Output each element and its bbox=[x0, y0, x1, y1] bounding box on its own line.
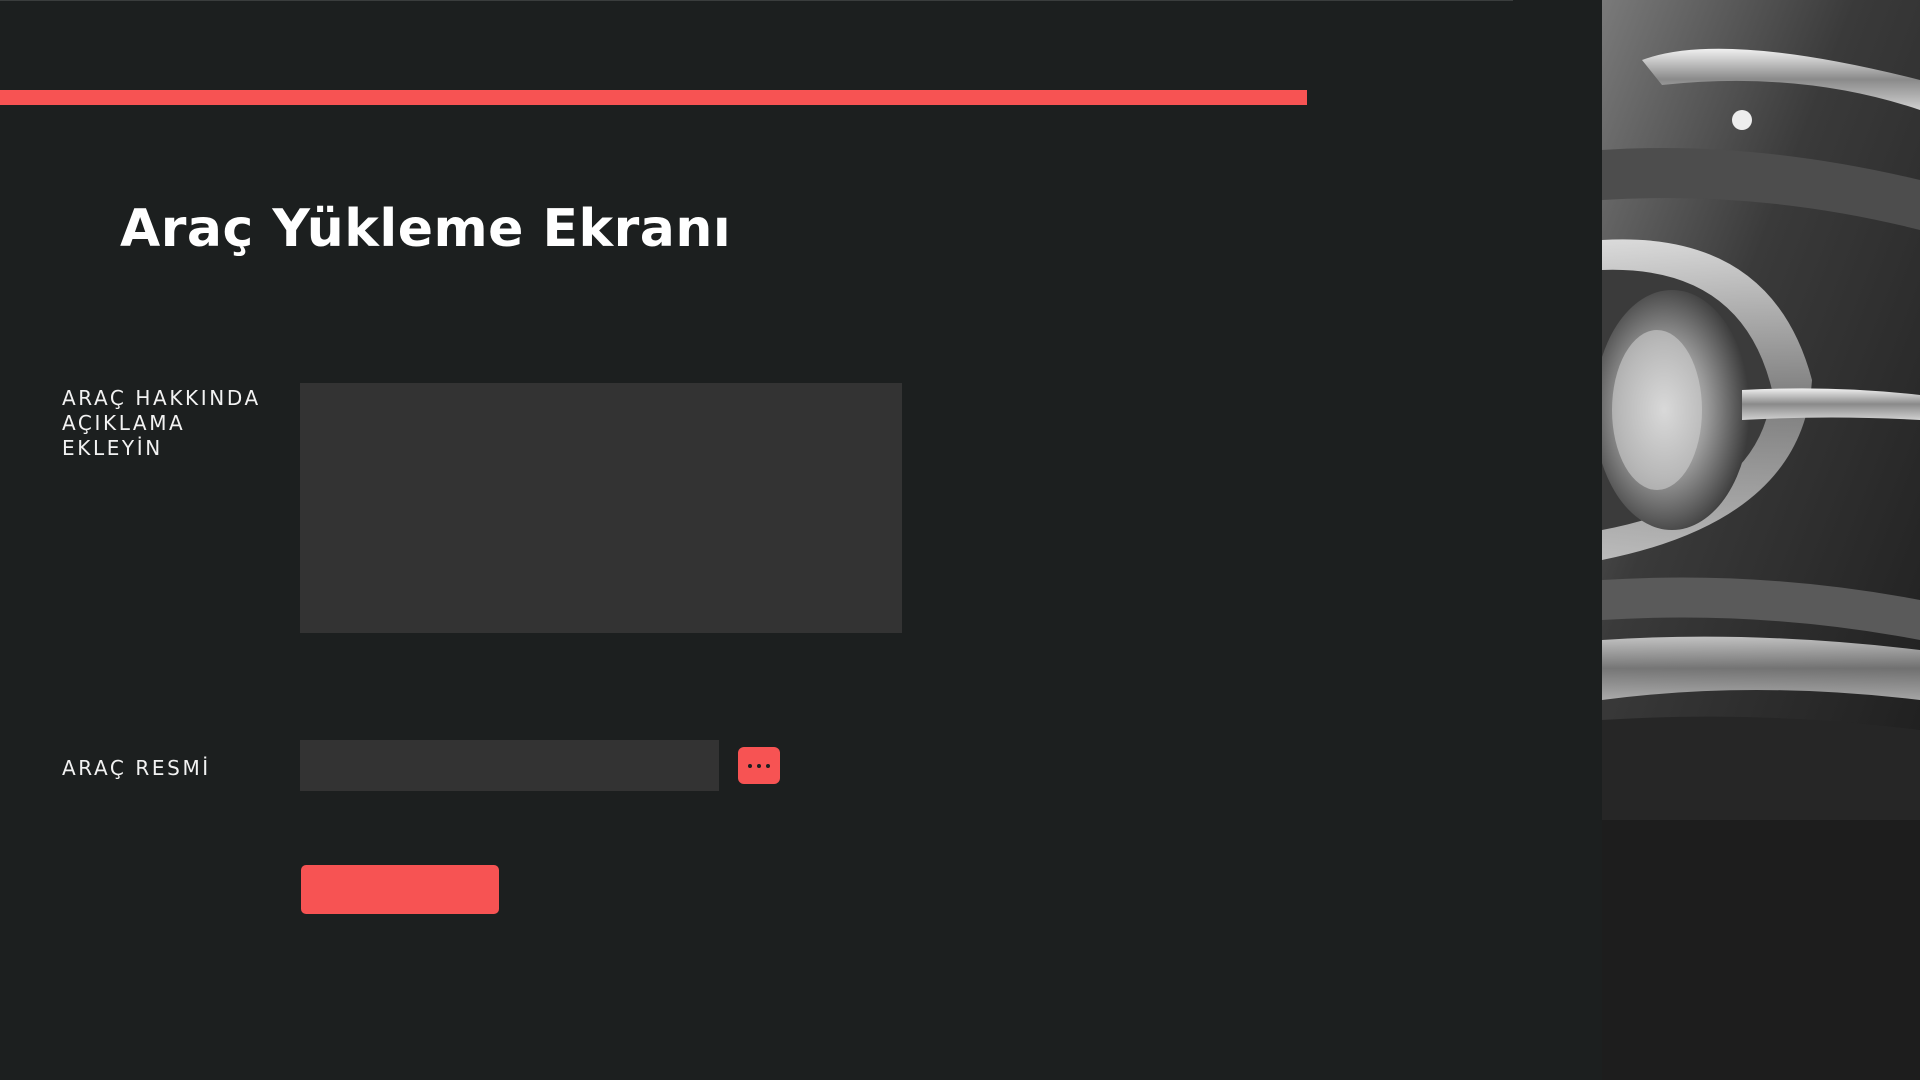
description-label: ARAÇ HAKKINDA AÇIKLAMA EKLEYİN bbox=[62, 386, 261, 460]
more-dots-icon bbox=[748, 763, 752, 768]
page-title: Araç Yükleme Ekranı bbox=[120, 199, 732, 259]
submit-button[interactable] bbox=[301, 865, 499, 914]
classic-car-image bbox=[1602, 0, 1920, 1080]
vehicle-upload-page: Araç Yükleme Ekranı ARAÇ HAKKINDA AÇIKLA… bbox=[0, 0, 1920, 1080]
vehicle-image-path-input[interactable] bbox=[300, 740, 719, 791]
top-divider bbox=[0, 0, 1513, 1]
more-dots-icon bbox=[757, 763, 761, 768]
vehicle-image-label: ARAÇ RESMİ bbox=[62, 756, 211, 780]
more-dots-icon bbox=[766, 763, 770, 768]
browse-file-button[interactable] bbox=[738, 747, 780, 784]
accent-bar bbox=[0, 90, 1307, 105]
description-textarea[interactable] bbox=[300, 383, 902, 633]
car-illustration bbox=[1602, 0, 1920, 1080]
